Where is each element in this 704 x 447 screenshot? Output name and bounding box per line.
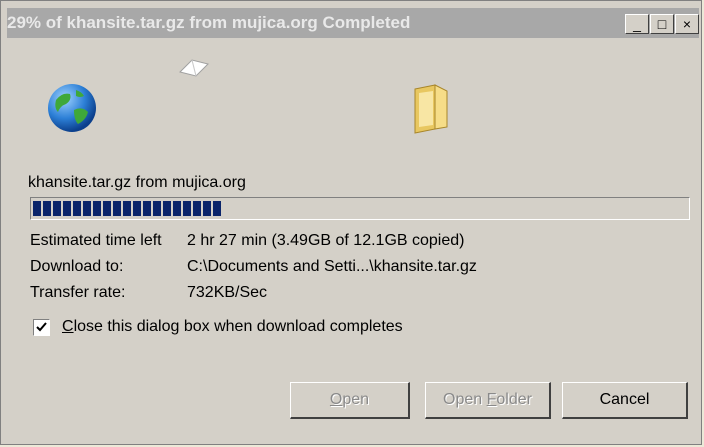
maximize-icon: □ — [657, 16, 667, 32]
progress-segment — [73, 201, 81, 216]
progress-segment — [203, 201, 211, 216]
progress-segment — [173, 201, 181, 216]
progress-segment — [163, 201, 171, 216]
progress-segment — [183, 201, 191, 216]
download-source: khansite.tar.gz from mujica.org — [28, 174, 246, 191]
open-folder-prefix: Open — [443, 391, 487, 408]
progress-segment — [113, 201, 121, 216]
open-button[interactable]: Open — [290, 382, 410, 419]
progress-segment — [213, 201, 221, 216]
paper-icon — [178, 56, 210, 83]
cancel-label: Cancel — [599, 391, 650, 408]
minimize-button[interactable]: _ — [625, 14, 649, 34]
window-title: 29% of khansite.tar.gz from mujica.org C… — [7, 13, 411, 32]
progress-bar — [30, 197, 690, 220]
open-label-rest: pen — [342, 391, 370, 408]
download-to-value: C:\Documents and Setti...\khansite.tar.g… — [187, 258, 477, 275]
minimize-icon: _ — [633, 16, 641, 32]
label-rest: lose this dialog box when download compl… — [73, 318, 403, 335]
globe-icon — [46, 82, 98, 139]
time-left-value: 2 hr 27 min (3.49GB of 12.1GB copied) — [187, 232, 465, 249]
time-left-label: Estimated time left — [30, 232, 162, 249]
progress-segment — [43, 201, 51, 216]
folder-icon — [409, 83, 453, 140]
open-folder-button[interactable]: Open Folder — [425, 382, 551, 419]
mnemonic-o: O — [329, 391, 343, 408]
title-bar[interactable]: 29% of khansite.tar.gz from mujica.org C… — [7, 8, 699, 38]
download-dialog: 29% of khansite.tar.gz from mujica.org C… — [0, 0, 702, 445]
progress-segment — [193, 201, 201, 216]
progress-fill — [33, 201, 223, 216]
close-button[interactable]: × — [675, 14, 699, 34]
progress-segment — [63, 201, 71, 216]
mnemonic-f: F — [486, 391, 497, 408]
maximize-button[interactable]: □ — [650, 14, 674, 34]
progress-segment — [53, 201, 61, 216]
progress-segment — [103, 201, 111, 216]
close-on-complete-label[interactable]: Close this dialog box when download comp… — [62, 318, 403, 336]
open-folder-rest: older — [496, 391, 532, 408]
checkmark-icon — [36, 322, 47, 332]
progress-segment — [143, 201, 151, 216]
mnemonic-c: C — [62, 318, 74, 335]
close-icon: × — [682, 16, 692, 32]
progress-segment — [133, 201, 141, 216]
transfer-rate-value: 732KB/Sec — [187, 284, 268, 301]
cancel-button[interactable]: Cancel — [562, 382, 688, 419]
progress-segment — [83, 201, 91, 216]
download-to-label: Download to: — [30, 258, 124, 275]
close-on-complete-checkbox[interactable] — [33, 319, 50, 336]
transfer-rate-label: Transfer rate: — [30, 284, 126, 301]
progress-segment — [33, 201, 41, 216]
progress-segment — [123, 201, 131, 216]
progress-segment — [153, 201, 161, 216]
progress-segment — [93, 201, 101, 216]
